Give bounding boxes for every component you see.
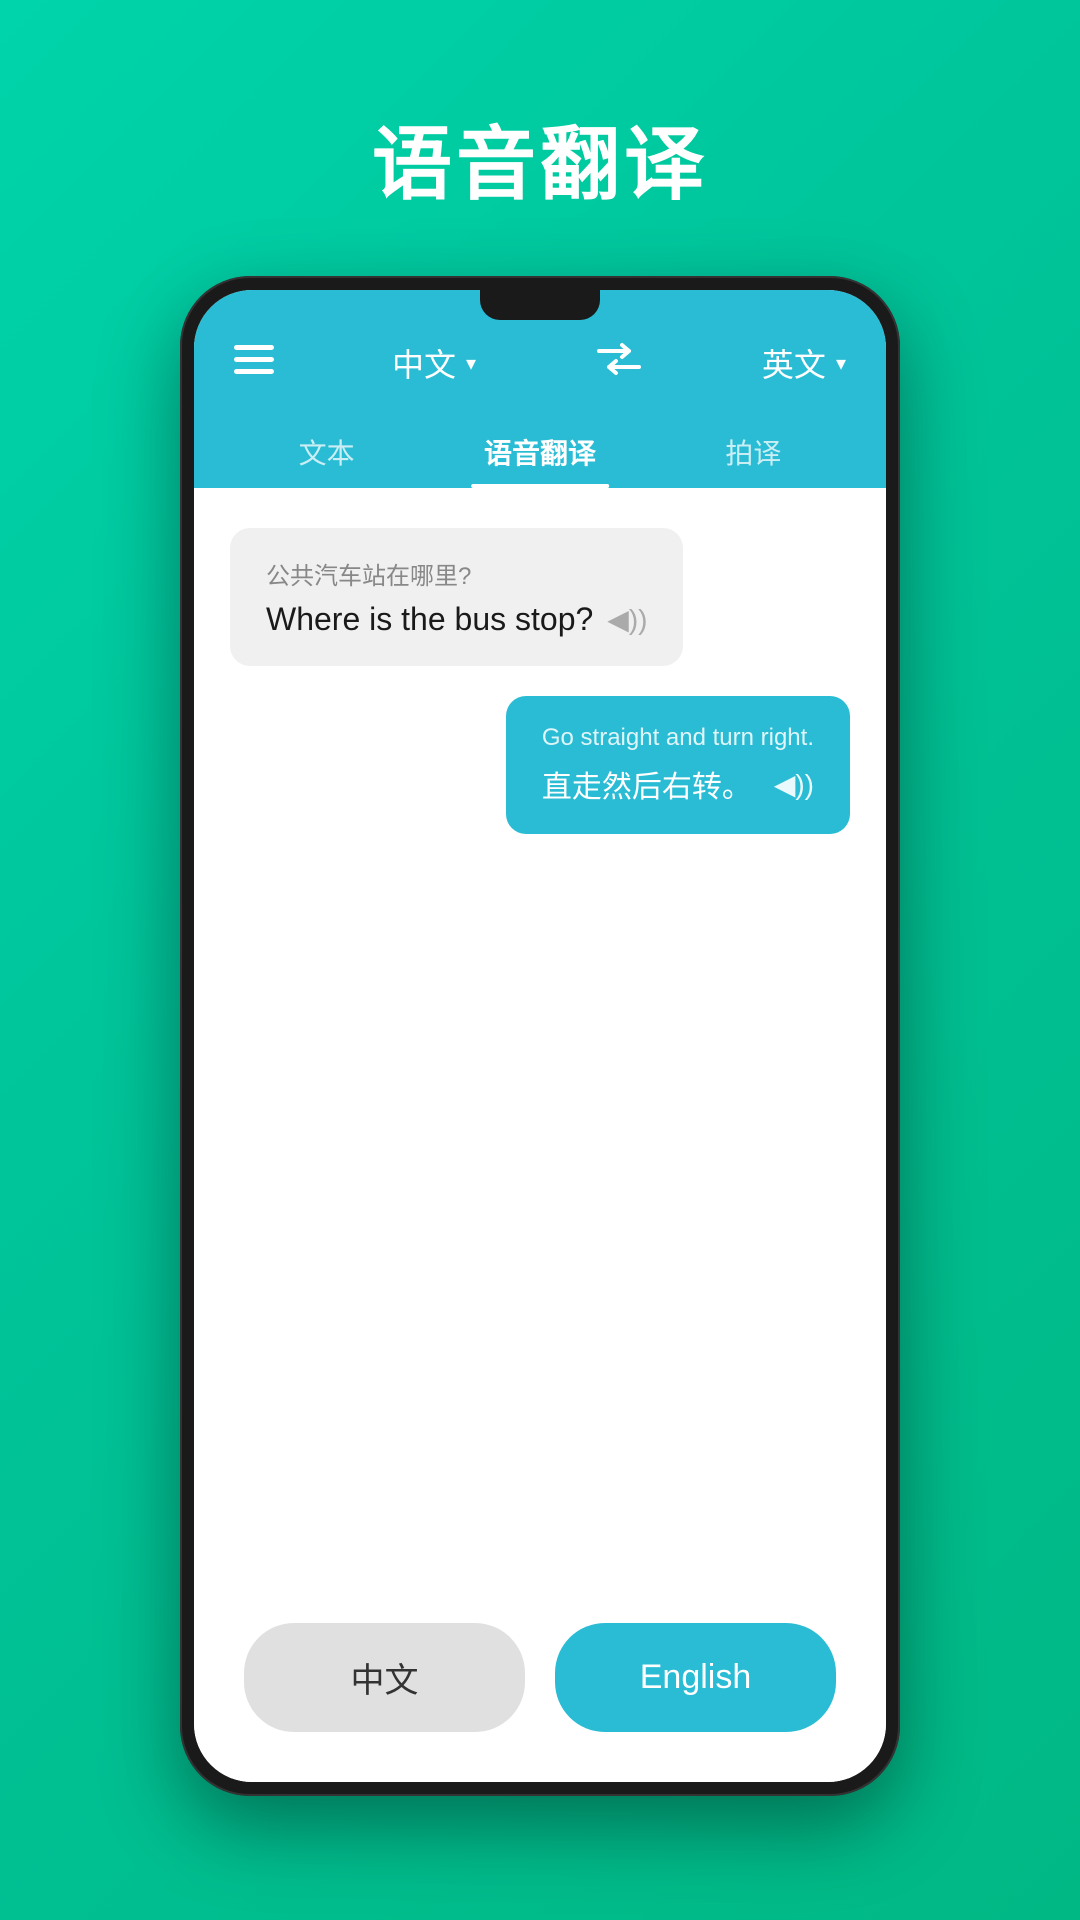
tab-photo-translate[interactable]: 拍译: [695, 416, 811, 488]
header-nav: 中文 ▾ 英文 ▾: [234, 340, 846, 406]
speaker-icon-right[interactable]: ◀)): [774, 768, 814, 801]
original-text-left: 公共汽车站在哪里?: [266, 556, 647, 591]
swap-languages-button[interactable]: [594, 341, 644, 386]
target-lang-selector[interactable]: 英文 ▾: [762, 340, 846, 386]
target-lang-dropdown-icon: ▾: [836, 351, 846, 376]
original-text-right: Go straight and turn right.: [542, 724, 814, 752]
message-bubble-left: 公共汽车站在哪里? Where is the bus stop? ◀)): [230, 528, 683, 666]
bottom-bar: 中文 English: [194, 1593, 886, 1782]
english-language-button[interactable]: English: [555, 1623, 836, 1732]
source-lang-label: 中文: [392, 340, 456, 386]
source-lang-selector[interactable]: 中文 ▾: [392, 340, 476, 386]
phone-notch: [480, 290, 600, 320]
translated-text-left: Where is the bus stop? ◀)): [266, 601, 647, 638]
source-lang-dropdown-icon: ▾: [466, 351, 476, 376]
page-title: 语音翻译: [372, 100, 708, 216]
chinese-language-button[interactable]: 中文: [244, 1623, 525, 1732]
tab-bar: 文本 语音翻译 拍译: [234, 406, 846, 488]
tab-voice-translate[interactable]: 语音翻译: [454, 416, 626, 488]
speaker-icon-left[interactable]: ◀)): [607, 603, 647, 636]
translated-text-right: 直走然后右转。 ◀)): [542, 762, 814, 806]
phone-screen: 中文 ▾ 英文 ▾ 文本: [194, 290, 886, 1782]
phone-frame: 中文 ▾ 英文 ▾ 文本: [180, 276, 900, 1796]
message-bubble-right: Go straight and turn right. 直走然后右转。 ◀)): [506, 696, 850, 834]
tab-text[interactable]: 文本: [269, 416, 385, 488]
chat-area: 公共汽车站在哪里? Where is the bus stop? ◀)) Go …: [194, 488, 886, 1593]
menu-icon[interactable]: [234, 342, 274, 384]
target-lang-label: 英文: [762, 340, 826, 386]
